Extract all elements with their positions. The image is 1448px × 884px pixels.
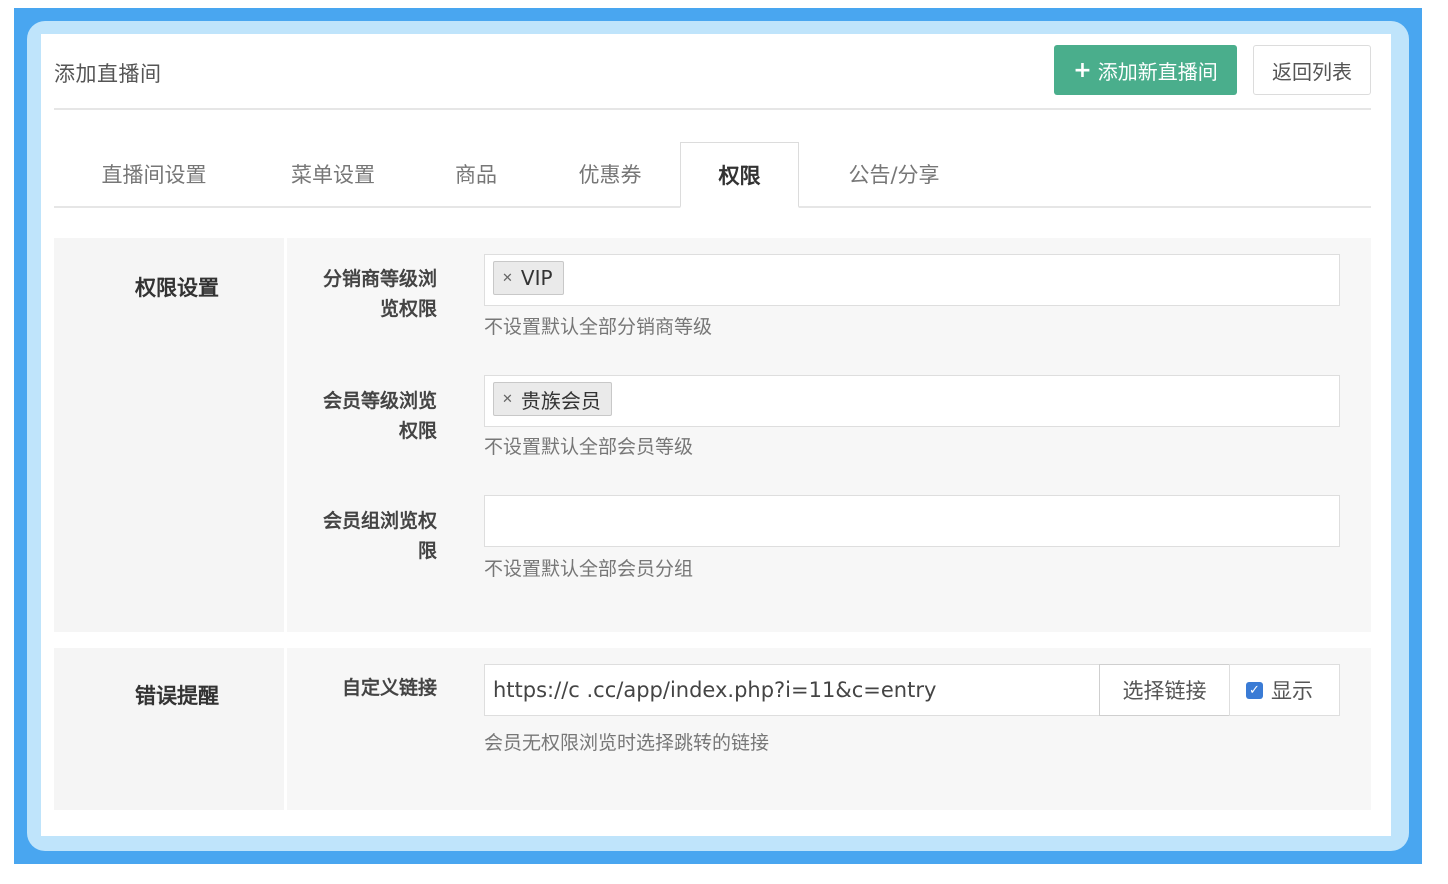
add-live-room-label: 添加新直播间 [1097,59,1218,84]
section-title-permissions: 权限设置 [135,276,219,300]
remove-tag-icon[interactable]: ✕ [502,392,513,407]
tab-coupons[interactable]: 优惠券 [540,142,680,206]
tag-vip: ✕ VIP [493,261,564,295]
member-level-select[interactable]: ✕ 贵族会员 [484,375,1340,427]
member-group-select[interactable] [484,495,1340,547]
distributor-level-help: 不设置默认全部分销商等级 [484,316,713,338]
main-panel: 添加直播间 + 添加新直播间 返回列表 直播间设置 菜单设置 商品 优惠券 权限… [41,34,1391,836]
member-level-help: 不设置默认全部会员等级 [484,436,694,458]
show-checkbox-label: 显示 [1271,679,1313,703]
custom-link-help: 会员无权限浏览时选择跳转的链接 [484,732,770,754]
distributor-level-label: 分销商等级浏 览权限 [322,268,437,320]
section-title-error-reminder: 错误提醒 [135,684,219,708]
back-to-list-button[interactable]: 返回列表 [1253,45,1371,95]
member-group-help: 不设置默认全部会员分组 [484,558,694,580]
remove-tag-icon[interactable]: ✕ [502,271,513,286]
permission-settings-section: 权限设置 分销商等级浏 览权限 ✕ VIP 不设置默认全部分销商等级 会员等级浏… [54,238,1371,632]
show-checkbox-group[interactable]: ✓ 显示 [1229,664,1340,716]
distributor-level-select[interactable]: ✕ VIP [484,254,1340,306]
select-link-button[interactable]: 选择链接 [1099,664,1230,716]
tab-products[interactable]: 商品 [412,142,540,206]
add-live-room-button[interactable]: + 添加新直播间 [1054,45,1237,95]
page-title: 添加直播间 [54,62,162,86]
custom-link-label: 自定义链接 [341,677,437,699]
member-level-label: 会员等级浏览 权限 [322,390,437,442]
tab-announcement-share[interactable]: 公告/分享 [799,142,989,206]
custom-link-input[interactable]: https://c .cc/app/index.php?i=11&c=entry [484,664,1100,716]
checkbox-checked-icon[interactable]: ✓ [1246,681,1263,699]
tag-noble-member: ✕ 贵族会员 [493,382,612,416]
member-group-label: 会员组浏览权 限 [322,510,437,562]
tab-menu-settings[interactable]: 菜单设置 [254,142,412,206]
title-divider [54,108,1371,110]
error-reminder-section: 错误提醒 自定义链接 https://c .cc/app/index.php?i… [54,648,1371,810]
tab-live-room-settings[interactable]: 直播间设置 [54,142,254,206]
tab-bar: 直播间设置 菜单设置 商品 优惠券 权限 公告/分享 [54,142,1371,208]
plus-icon: + [1073,57,1092,83]
tab-permissions[interactable]: 权限 [680,142,799,208]
